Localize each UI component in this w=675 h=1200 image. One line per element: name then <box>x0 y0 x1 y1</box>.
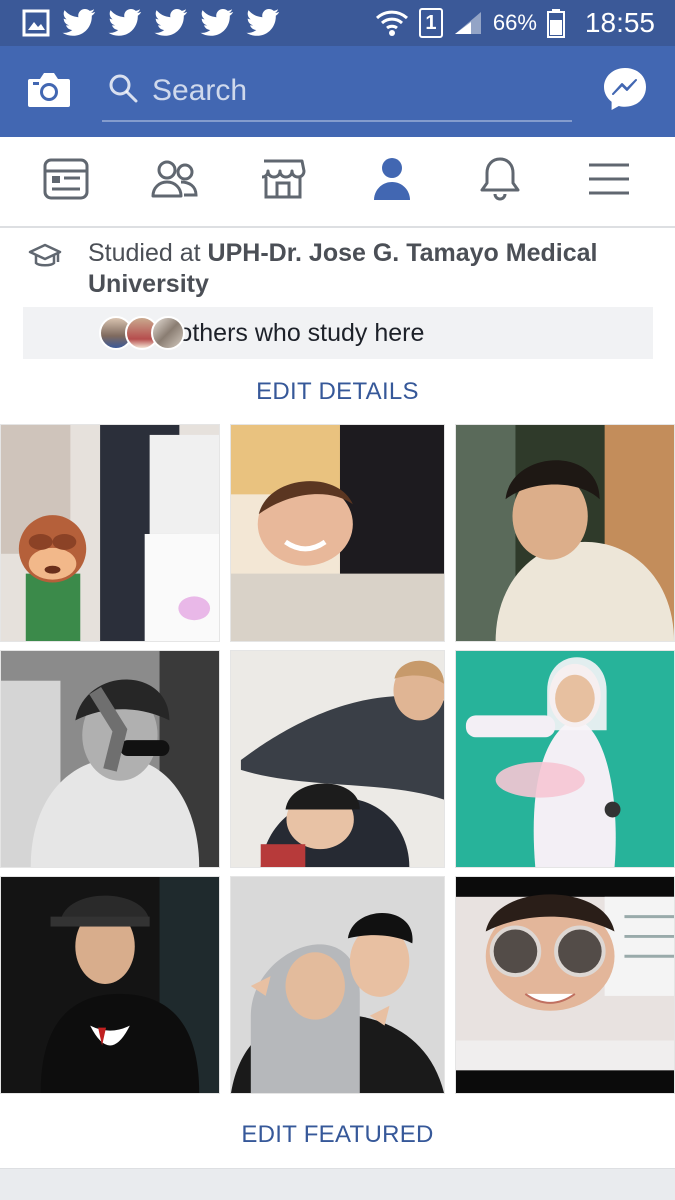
edit-details-button[interactable]: EDIT DETAILS <box>0 378 675 406</box>
tab-news-feed[interactable] <box>26 142 106 222</box>
sim-slot-icon: 1 <box>418 8 443 38</box>
featured-photo[interactable] <box>0 650 220 868</box>
twitter-icon <box>108 9 142 37</box>
clock: 18:55 <box>584 7 655 38</box>
messenger-icon[interactable] <box>601 65 649 118</box>
search-bar[interactable]: Search <box>102 62 572 122</box>
battery-percent: 66% <box>492 10 537 35</box>
tab-friends[interactable] <box>135 142 215 222</box>
edit-featured-button[interactable]: EDIT FEATURED <box>0 1121 675 1149</box>
notification-icons <box>22 9 280 37</box>
tab-marketplace[interactable] <box>243 142 323 222</box>
battery-icon <box>546 8 565 38</box>
featured-photos-grid <box>0 424 675 1094</box>
twitter-icon <box>154 9 188 37</box>
featured-photo[interactable] <box>455 876 675 1094</box>
wifi-icon <box>375 8 409 38</box>
see-others-button[interactable]: See others who study here <box>23 307 653 359</box>
friends-icon <box>151 158 199 205</box>
featured-photo[interactable] <box>455 424 675 642</box>
status-bar: 1 66% 18:55 <box>0 0 675 46</box>
avatar <box>151 316 185 350</box>
profile-icon <box>372 156 412 207</box>
featured-photo[interactable] <box>230 424 445 642</box>
featured-photo[interactable] <box>230 650 445 868</box>
featured-photo[interactable] <box>230 876 445 1094</box>
nav-bar <box>0 137 675 228</box>
camera-icon[interactable] <box>26 69 72 114</box>
signal-icon <box>453 10 483 36</box>
app-bar: Search <box>0 46 675 137</box>
search-placeholder: Search <box>152 73 248 107</box>
tab-notifications[interactable] <box>460 142 540 222</box>
section-divider <box>0 1168 675 1200</box>
graduation-cap-icon <box>28 238 62 300</box>
featured-photo[interactable] <box>0 424 220 642</box>
search-icon <box>108 73 138 108</box>
gallery-icon <box>22 9 50 37</box>
twitter-icon <box>200 9 234 37</box>
menu-icon <box>587 161 631 202</box>
notifications-bell-icon <box>479 156 521 207</box>
education-text: Studied at UPH-Dr. Jose G. Tamayo Medica… <box>88 238 655 300</box>
featured-photo[interactable] <box>455 650 675 868</box>
school-avatars <box>99 316 185 350</box>
education-entry: Studied at UPH-Dr. Jose G. Tamayo Medica… <box>0 232 675 300</box>
education-prefix: Studied at <box>88 239 208 267</box>
tab-menu[interactable] <box>569 142 649 222</box>
twitter-icon <box>62 9 96 37</box>
twitter-icon <box>246 9 280 37</box>
news-feed-icon <box>43 158 89 205</box>
marketplace-icon <box>260 157 306 206</box>
tab-profile[interactable] <box>352 142 432 222</box>
featured-photo[interactable] <box>0 876 220 1094</box>
sim-slot-number: 1 <box>425 11 437 34</box>
